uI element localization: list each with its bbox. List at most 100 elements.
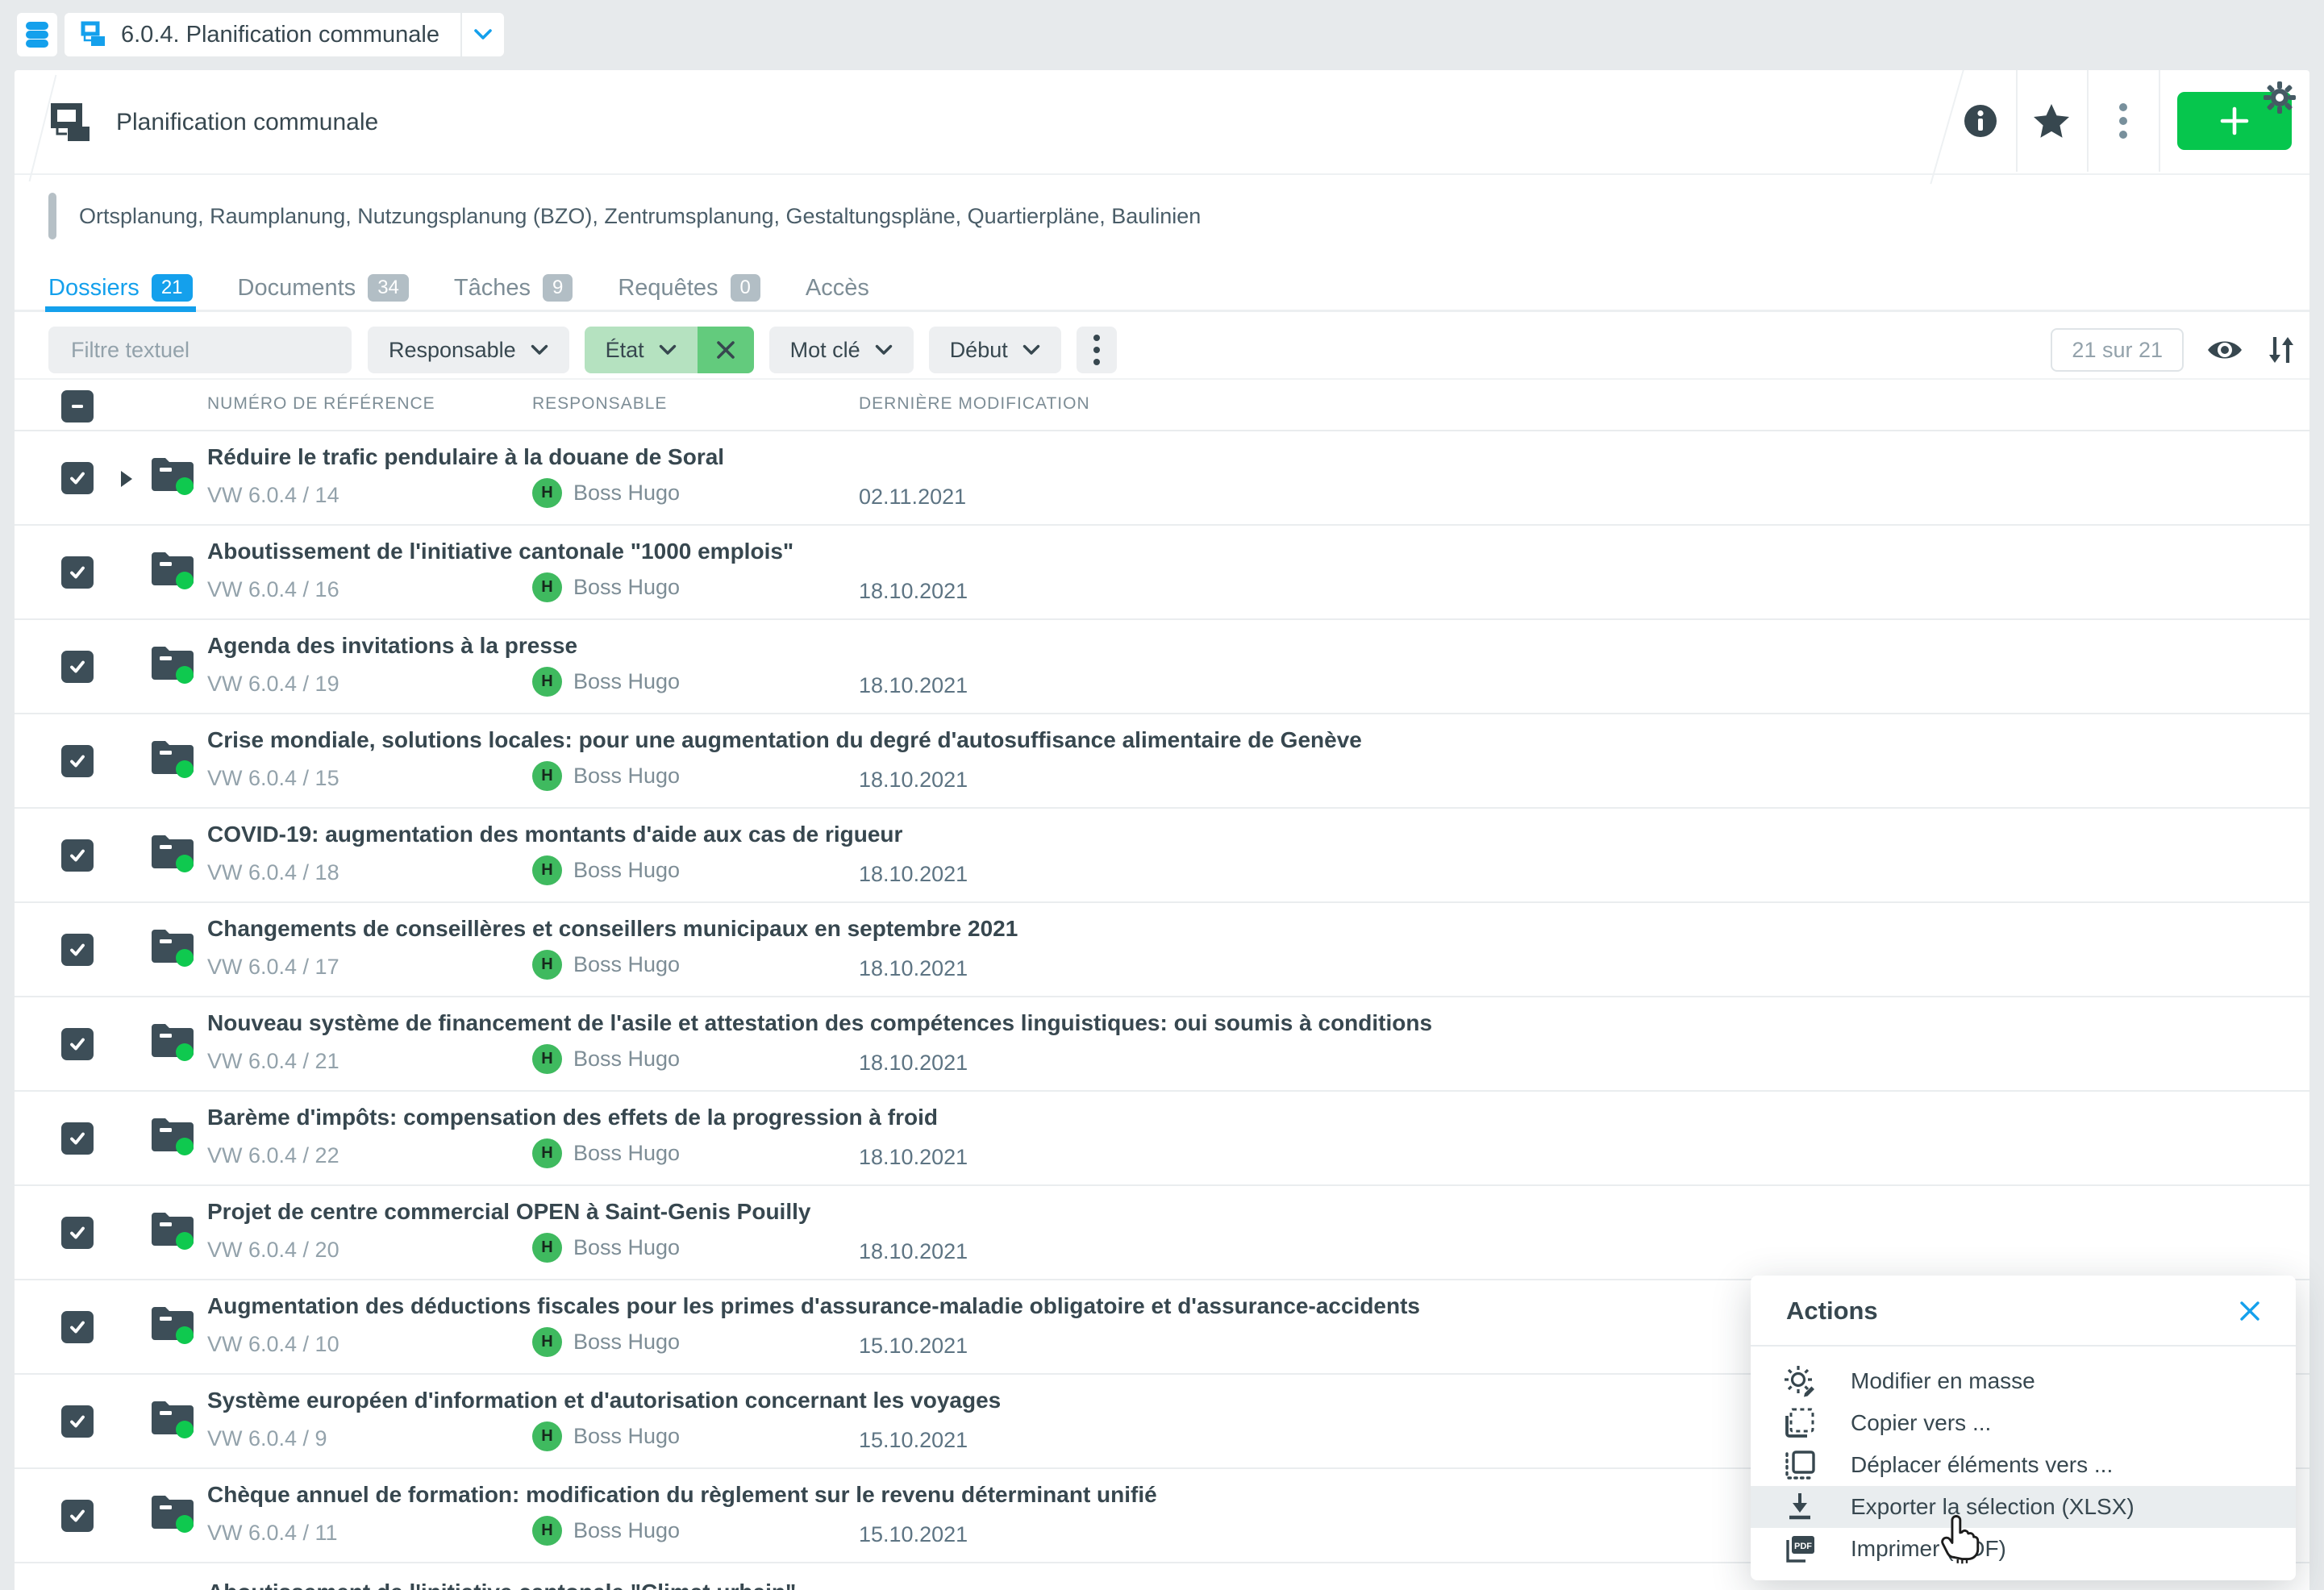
dossier-reference: VW 6.0.4 / 17 xyxy=(207,955,339,980)
dossier-modified-date: 18.10.2021 xyxy=(859,579,968,604)
favorite-button[interactable] xyxy=(2020,89,2083,152)
row-checkbox[interactable] xyxy=(61,1122,94,1155)
dossier-title: Barème d'impôts: compensation des effets… xyxy=(207,1105,938,1130)
check-icon xyxy=(68,1412,87,1431)
menu-item-export[interactable]: Exporter la sélection (XLSX) xyxy=(1751,1486,2296,1528)
dossier-responsable: H Boss Hugo xyxy=(532,1138,680,1168)
dossier-folder-icon xyxy=(150,1209,197,1251)
row-checkbox[interactable] xyxy=(61,745,94,777)
column-header-responsable: RESPONSABLE xyxy=(532,394,667,414)
dossier-row[interactable]: Aboutissement de l'initiative cantonale … xyxy=(15,526,2309,620)
dossier-row[interactable]: Réduire le trafic pendulaire à la douane… xyxy=(15,431,2309,526)
filter-clear-button[interactable] xyxy=(698,327,754,373)
dossier-modified-date: 18.10.2021 xyxy=(859,673,968,698)
tab-requêtes[interactable]: Requêtes 0 xyxy=(618,264,760,312)
preview-button[interactable] xyxy=(2206,338,2243,362)
header-separator xyxy=(2159,70,2160,172)
close-icon xyxy=(715,339,736,360)
check-icon xyxy=(68,940,87,959)
chevron-down-icon xyxy=(659,344,677,356)
database-stack-icon xyxy=(23,19,52,50)
menu-item-print-pdf[interactable]: PDF Imprimer (PDF) xyxy=(1751,1528,2296,1570)
row-checkbox[interactable] xyxy=(61,1405,94,1438)
filter-right-group: 21 sur 21 xyxy=(2051,327,2297,373)
avatar: H xyxy=(532,1327,562,1357)
row-checkbox[interactable] xyxy=(61,462,94,494)
sort-button[interactable] xyxy=(2266,334,2297,366)
filter-label: État xyxy=(606,338,644,363)
row-checkbox[interactable] xyxy=(61,1217,94,1249)
tab-accès[interactable]: Accès xyxy=(806,264,869,312)
dossier-folder-icon xyxy=(150,548,197,590)
responsable-name: Boss Hugo xyxy=(573,1047,680,1072)
dossier-folder-icon xyxy=(150,1492,197,1534)
more-filters-button[interactable] xyxy=(1077,327,1117,373)
filter-début: Début xyxy=(929,327,1061,373)
dossier-row[interactable]: Changements de conseillères et conseille… xyxy=(15,903,2309,997)
row-checkbox[interactable] xyxy=(61,839,94,872)
expand-arrow-icon[interactable] xyxy=(118,469,135,489)
status-dot xyxy=(176,949,194,967)
dossier-row[interactable]: Barème d'impôts: compensation des effets… xyxy=(15,1092,2309,1186)
status-dot xyxy=(176,666,194,684)
filter-button[interactable]: Responsable xyxy=(368,327,569,373)
actions-popup-title: Actions xyxy=(1786,1297,1878,1326)
filter-button[interactable]: État xyxy=(585,327,698,373)
tab-tâches[interactable]: Tâches 9 xyxy=(454,264,573,312)
tab-documents[interactable]: Documents 34 xyxy=(238,264,409,312)
text-filter-input[interactable] xyxy=(48,327,352,373)
filter-label: Mot clé xyxy=(790,338,860,363)
dossier-folder-icon xyxy=(150,737,197,779)
dossier-folder-icon xyxy=(150,643,197,685)
chevron-down-icon[interactable] xyxy=(462,13,504,56)
dossier-modified-date: 18.10.2021 xyxy=(859,768,968,793)
tab-count-badge: 9 xyxy=(543,274,573,302)
settings-button[interactable] xyxy=(2263,80,2298,115)
top-bar: 6.0.4. Planification communale xyxy=(0,0,2324,70)
column-header-reference: NUMÉRO DE RÉFÉRENCE xyxy=(207,394,435,414)
menu-item-bulk-edit[interactable]: Modifier en masse xyxy=(1751,1360,2296,1402)
filter-button[interactable]: Mot clé xyxy=(769,327,914,373)
row-checkbox[interactable] xyxy=(61,934,94,966)
status-dot xyxy=(176,1326,194,1344)
menu-item-move[interactable]: Déplacer éléments vers ... xyxy=(1751,1444,2296,1486)
org-chart-icon xyxy=(48,99,95,146)
row-checkbox[interactable] xyxy=(61,1028,94,1060)
row-checkbox[interactable] xyxy=(61,1311,94,1343)
dossier-title: Réduire le trafic pendulaire à la douane… xyxy=(207,444,724,470)
actions-popup: Actions Modifier en masse Copier vers ..… xyxy=(1751,1276,2296,1580)
session-tab[interactable]: 6.0.4. Planification communale xyxy=(65,13,504,56)
org-chart-icon xyxy=(81,21,108,48)
dossier-responsable: H Boss Hugo xyxy=(532,667,680,697)
dossier-title: Nouveau système de financement de l'asil… xyxy=(207,1010,1432,1036)
tab-dossiers[interactable]: Dossiers 21 xyxy=(48,264,193,312)
filter-button[interactable]: Début xyxy=(929,327,1061,373)
row-checkbox[interactable] xyxy=(61,556,94,589)
dossier-row[interactable]: COVID-19: augmentation des montants d'ai… xyxy=(15,809,2309,903)
dossier-row[interactable]: Projet de centre commercial OPEN à Saint… xyxy=(15,1186,2309,1280)
tab-label: Tâches xyxy=(454,275,531,302)
status-dot xyxy=(176,855,194,872)
avatar: H xyxy=(532,1044,562,1074)
check-icon xyxy=(68,1223,87,1242)
workspace-button[interactable] xyxy=(17,13,57,56)
dossier-row[interactable]: Crise mondiale, solutions locales: pour … xyxy=(15,714,2309,809)
row-checkbox[interactable] xyxy=(61,1500,94,1532)
close-button[interactable] xyxy=(2238,1297,2267,1326)
tabs-strip: Dossiers 21 Documents 34 Tâches 9 Requêt… xyxy=(15,264,2309,312)
avatar: H xyxy=(532,1421,562,1451)
dossier-responsable: H Boss Hugo xyxy=(532,478,680,508)
dossier-modified-date: 18.10.2021 xyxy=(859,956,968,981)
dossier-folder-icon xyxy=(150,1020,197,1062)
select-all-checkbox[interactable] xyxy=(61,390,94,422)
dossier-row[interactable]: Agenda des invitations à la presse VW 6.… xyxy=(15,620,2309,714)
more-options-button[interactable] xyxy=(2092,89,2155,152)
menu-item-copy[interactable]: Copier vers ... xyxy=(1751,1402,2296,1444)
row-checkbox[interactable] xyxy=(61,651,94,683)
dossier-responsable: H Boss Hugo xyxy=(532,1421,680,1451)
info-button[interactable] xyxy=(1949,89,2012,152)
header-separator xyxy=(2087,70,2089,172)
dossier-row[interactable]: Nouveau système de financement de l'asil… xyxy=(15,997,2309,1092)
avatar: H xyxy=(532,761,562,791)
dossier-responsable: H Boss Hugo xyxy=(532,572,680,602)
